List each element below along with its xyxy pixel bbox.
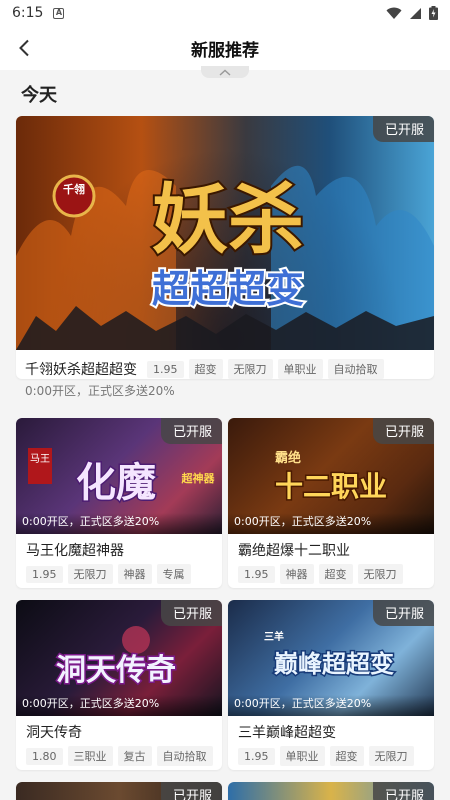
game-card[interactable]: 马王 化魔 超神器 已开服 0:00开区，正式区多送20% 马王化魔超神器 1.… [16, 418, 222, 588]
game-name: 马王化魔超神器 [26, 543, 124, 559]
status-badge: 已开服 [372, 116, 434, 142]
game-tags: 1.95 无限刀 神器 专属 [26, 564, 191, 584]
game-tags: 1.95 神器 超变 无限刀 [238, 564, 403, 584]
game-banner: 三羊 巅峰超超变 已开服 0:00开区，正式区多送20% [228, 600, 434, 716]
game-card[interactable]: 已开服 [228, 782, 434, 800]
tag: 无限刀 [227, 359, 273, 379]
art-title-text: 洞天传奇 [56, 653, 176, 688]
status-time: 6:15 [12, 5, 44, 21]
tag: 无限刀 [368, 746, 414, 766]
tag: 神器 [117, 564, 152, 584]
status-bar: 6:15 A [0, 0, 450, 26]
game-name: 洞天传奇 [26, 725, 82, 741]
tag: 超变 [329, 746, 364, 766]
tag: 自动拾取 [327, 359, 384, 379]
game-card[interactable]: 洞天传奇 已开服 0:00开区，正式区多送20% 洞天传奇 1.80 三职业 复… [16, 600, 222, 770]
status-badge: 已开服 [372, 782, 434, 800]
art-left-text: 霸绝 [275, 450, 301, 466]
status-badge: 已开服 [372, 418, 434, 444]
open-info: 0:00开区，正式区多送20% [16, 513, 222, 534]
tag: 1.95 [26, 565, 63, 583]
app-header: 新服推荐 [0, 26, 450, 70]
tag: 1.95 [238, 747, 275, 765]
tag: 自动拾取 [156, 746, 213, 766]
tag: 1.95 [238, 565, 275, 583]
notification-icon: A [53, 7, 65, 19]
wifi-icon [386, 7, 402, 19]
game-card[interactable]: 霸绝 十二职业 已开服 0:00开区，正式区多送20% 霸绝超爆十二职业 1.9… [228, 418, 434, 588]
open-info: 0:00开区，正式区多送20% [16, 695, 222, 716]
game-name: 霸绝超爆十二职业 [238, 543, 350, 559]
art-title-text: 十二职业 [275, 470, 387, 503]
art-title-text: 巅峰超超变 [274, 649, 394, 678]
back-arrow-icon [19, 39, 29, 57]
back-button[interactable] [10, 34, 38, 62]
status-badge: 已开服 [372, 600, 434, 626]
chevron-up-icon [219, 69, 231, 76]
open-info: 0:00开区，正式区多送20% [228, 695, 434, 716]
tag: 无限刀 [357, 564, 403, 584]
tag: 无限刀 [67, 564, 113, 584]
tag: 1.80 [26, 747, 63, 765]
tag: 神器 [279, 564, 314, 584]
game-banner: 已开服 [16, 782, 222, 800]
art-title-text: 化魔 [76, 459, 156, 506]
art-left-text: 三羊 [264, 630, 284, 643]
game-tags: 1.95 超变 无限刀 单职业 自动拾取 [147, 359, 384, 379]
featured-open-info: 0:00开区，正式区多送20% [25, 384, 175, 398]
art-left-text: 马王 [30, 453, 50, 465]
featured-game-card[interactable]: 千翎 妖杀 超超超变 已开服 千翎妖杀超超超变 1.95 超变 无限刀 单职业 … [16, 116, 434, 379]
tag: 专属 [156, 564, 191, 584]
game-card[interactable]: 三羊 巅峰超超变 已开服 0:00开区，正式区多送20% 三羊巅峰超超变 1.9… [228, 600, 434, 770]
status-badge: 已开服 [160, 418, 222, 444]
section-title-today: 今天 [21, 85, 57, 106]
banner-art: 千翎 妖杀 超超超变 [16, 165, 434, 350]
banner-small-text: 千翎 [63, 182, 85, 196]
collapse-handle[interactable] [201, 66, 249, 78]
status-icons [386, 6, 438, 20]
game-tags: 1.95 单职业 超变 无限刀 [238, 746, 414, 766]
open-info: 0:00开区，正式区多送20% [228, 513, 434, 534]
game-banner: 洞天传奇 已开服 0:00开区，正式区多送20% [16, 600, 222, 716]
tag: 单职业 [279, 746, 325, 766]
signal-icon [410, 7, 421, 19]
game-banner: 马王 化魔 超神器 已开服 0:00开区，正式区多送20% [16, 418, 222, 534]
page-title: 新服推荐 [191, 40, 259, 61]
tag: 复古 [117, 746, 152, 766]
game-name: 三羊巅峰超超变 [238, 725, 336, 741]
tag: 三职业 [67, 746, 113, 766]
banner-title-text: 妖杀 [152, 175, 304, 264]
tag: 超变 [318, 564, 353, 584]
tag: 单职业 [277, 359, 323, 379]
status-badge: 已开服 [160, 600, 222, 626]
banner-subtitle-text: 超超超变 [152, 267, 304, 311]
featured-game-banner: 千翎 妖杀 超超超变 已开服 [16, 116, 434, 350]
game-card[interactable]: 已开服 [16, 782, 222, 800]
battery-icon [429, 6, 438, 20]
art-right-text: 超神器 [181, 471, 216, 485]
game-tags: 1.80 三职业 复古 自动拾取 [26, 746, 213, 766]
tag: 超变 [188, 359, 223, 379]
tag: 1.95 [147, 360, 184, 378]
game-name: 千翎妖杀超超超变 [25, 362, 137, 378]
game-banner: 已开服 [228, 782, 434, 800]
game-banner: 霸绝 十二职业 已开服 0:00开区，正式区多送20% [228, 418, 434, 534]
status-badge: 已开服 [160, 782, 222, 800]
